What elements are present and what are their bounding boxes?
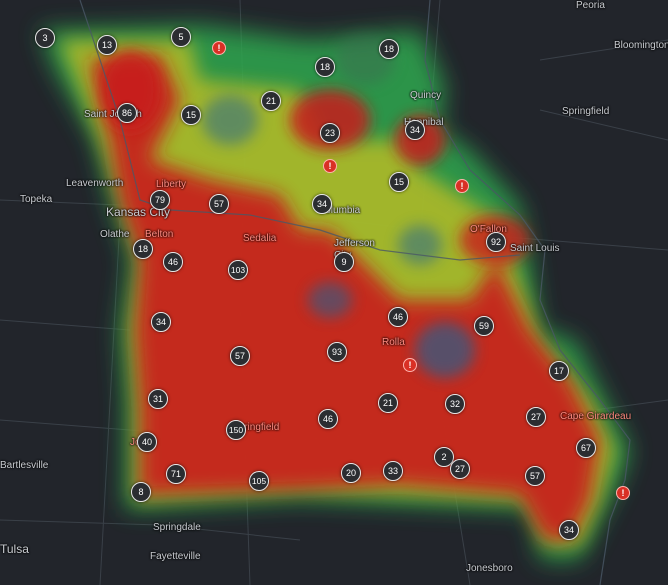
cluster-marker[interactable]: 57 [230, 346, 250, 366]
cluster-marker[interactable]: 150 [226, 420, 246, 440]
cluster-marker[interactable]: 71 [166, 464, 186, 484]
cluster-marker[interactable]: 18 [133, 239, 153, 259]
cluster-marker[interactable]: 33 [383, 461, 403, 481]
cluster-marker[interactable]: 27 [450, 459, 470, 479]
alert-marker[interactable]: ! [455, 179, 469, 193]
cluster-marker[interactable]: 18 [379, 39, 399, 59]
cluster-marker[interactable]: 79 [150, 190, 170, 210]
cluster-marker[interactable]: 8 [131, 482, 151, 502]
city-label-jonesboro: Jonesboro [466, 563, 513, 574]
cluster-marker[interactable]: 46 [388, 307, 408, 327]
city-label-quincy: Quincy [410, 90, 442, 101]
cluster-marker[interactable]: 46 [163, 252, 183, 272]
city-label-belton: Belton [145, 229, 174, 240]
cluster-marker[interactable]: 31 [148, 389, 168, 409]
cluster-marker[interactable]: 34 [312, 194, 332, 214]
cluster-marker[interactable]: 57 [525, 466, 545, 486]
city-label-fayetteville: Fayetteville [150, 551, 201, 562]
cluster-marker[interactable]: 103 [228, 260, 248, 280]
alert-marker[interactable]: ! [403, 358, 417, 372]
cluster-marker[interactable]: 21 [261, 91, 281, 111]
alert-marker[interactable]: ! [616, 486, 630, 500]
cluster-marker[interactable]: 15 [389, 172, 409, 192]
cluster-marker[interactable]: 46 [318, 409, 338, 429]
cluster-marker[interactable]: 93 [327, 342, 347, 362]
alert-marker[interactable]: ! [212, 41, 226, 55]
city-label-sedalia: Sedalia [243, 233, 277, 244]
cluster-marker[interactable]: 92 [486, 232, 506, 252]
cluster-marker[interactable]: 3 [35, 28, 55, 48]
cluster-marker[interactable]: 34 [151, 312, 171, 332]
city-label-leavenworth: Leavenworth [66, 178, 124, 189]
city-label-springdale: Springdale [153, 522, 201, 533]
cluster-marker[interactable]: 40 [137, 432, 157, 452]
cluster-marker[interactable]: 27 [526, 407, 546, 427]
city-label-tulsa: Tulsa [0, 542, 29, 556]
cluster-marker[interactable]: 57 [209, 194, 229, 214]
city-label-springfield-il: Springfield [562, 106, 610, 117]
cluster-marker[interactable]: 59 [474, 316, 494, 336]
heatmap-map[interactable]: Peoria Bloomington Quincy Hannibal Sprin… [0, 0, 668, 585]
city-label-olathe: Olathe [100, 229, 130, 240]
cluster-marker[interactable]: 23 [320, 123, 340, 143]
cluster-marker[interactable]: 105 [249, 471, 269, 491]
cluster-marker[interactable]: 34 [559, 520, 579, 540]
cluster-marker[interactable]: 21 [378, 393, 398, 413]
map-canvas [0, 0, 668, 585]
cluster-marker[interactable]: 32 [445, 394, 465, 414]
alert-marker[interactable]: ! [323, 159, 337, 173]
cluster-marker[interactable]: 86 [117, 103, 137, 123]
city-label-cape-girardeau: Cape Girardeau [560, 411, 632, 422]
cluster-marker[interactable]: 18 [315, 57, 335, 77]
cluster-marker[interactable]: 20 [341, 463, 361, 483]
city-label-bartlesville: Bartlesville [0, 460, 49, 471]
cluster-marker[interactable]: 9 [334, 252, 354, 272]
city-label-peoria: Peoria [576, 0, 605, 11]
cluster-marker[interactable]: 13 [97, 35, 117, 55]
cluster-marker[interactable]: 34 [405, 120, 425, 140]
cluster-marker[interactable]: 17 [549, 361, 569, 381]
cluster-marker[interactable]: 15 [181, 105, 201, 125]
city-label-liberty: Liberty [156, 179, 187, 190]
city-label-saint-louis: Saint Louis [510, 243, 560, 254]
cluster-marker[interactable]: 5 [171, 27, 191, 47]
cluster-marker[interactable]: 67 [576, 438, 596, 458]
city-label-bloomington: Bloomington [614, 40, 668, 51]
city-label-topeka: Topeka [20, 194, 53, 205]
city-label-rolla: Rolla [382, 337, 405, 348]
